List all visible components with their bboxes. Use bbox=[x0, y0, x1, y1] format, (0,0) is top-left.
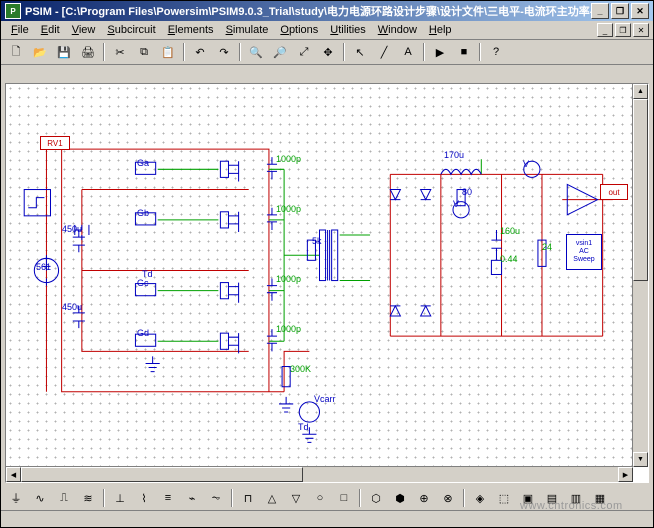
tb-help-icon[interactable]: ? bbox=[485, 41, 507, 63]
tb-open-icon[interactable]: 📂 bbox=[29, 41, 51, 63]
tb2-ind-icon[interactable]: ⌁ bbox=[181, 487, 203, 509]
menu-bar: FFileile Edit View Subcircuit Elements S… bbox=[1, 21, 653, 40]
tb-pan-icon[interactable]: ✥ bbox=[317, 41, 339, 63]
app-icon: P bbox=[5, 3, 21, 19]
tb-undo-icon[interactable]: ↶ bbox=[189, 41, 211, 63]
menu-window[interactable]: Window bbox=[372, 22, 423, 38]
tb-zoomfit-icon[interactable]: ⤢ bbox=[293, 41, 315, 63]
tb2-diode-icon[interactable]: △ bbox=[261, 487, 283, 509]
scroll-up-icon[interactable]: ▲ bbox=[633, 84, 648, 99]
scroll-down-icon[interactable]: ▼ bbox=[633, 452, 648, 467]
port-input[interactable]: RV1 bbox=[40, 136, 70, 150]
tb2-e15-icon[interactable]: ⬡ bbox=[365, 487, 387, 509]
tb-print-icon[interactable]: 🖨 bbox=[77, 41, 99, 63]
schematic-canvas[interactable]: RV1 561 450u 450u Ga Gb Gc Gd Td 1000p 1… bbox=[6, 84, 633, 467]
tb2-e12-icon[interactable]: ▽ bbox=[285, 487, 307, 509]
window-title: PSIM - [C:\Program Files\Powersim\PSIM9.… bbox=[25, 3, 591, 19]
tb2-e5-icon[interactable]: ⊥ bbox=[109, 487, 131, 509]
scroll-thumb-h[interactable] bbox=[21, 467, 303, 482]
menu-elements[interactable]: Elements bbox=[162, 22, 220, 38]
menu-view[interactable]: View bbox=[66, 22, 102, 38]
tb-zoomin-icon[interactable]: 🔍 bbox=[245, 41, 267, 63]
tb2-sine-icon[interactable]: ∿ bbox=[29, 487, 51, 509]
app-window: P PSIM - [C:\Program Files\Powersim\PSIM… bbox=[0, 0, 654, 528]
tb2-e19-icon[interactable]: ◈ bbox=[469, 487, 491, 509]
tb-new-icon[interactable]: 🗋 bbox=[5, 41, 27, 63]
tb-redo-icon[interactable]: ↷ bbox=[213, 41, 235, 63]
tb-label-icon[interactable]: A bbox=[397, 41, 419, 63]
tb2-resistor-icon[interactable]: ⌇ bbox=[133, 487, 155, 509]
port-output[interactable]: out bbox=[600, 184, 628, 200]
tb2-ground-icon[interactable]: ⏚ bbox=[5, 487, 27, 509]
tb2-switch-icon[interactable]: ⊓ bbox=[237, 487, 259, 509]
minimize-button[interactable]: _ bbox=[591, 3, 609, 19]
tb-wire-icon[interactable]: ╱ bbox=[373, 41, 395, 63]
menu-subcircuit[interactable]: Subcircuit bbox=[101, 22, 161, 38]
tb-copy-icon[interactable]: ⧉ bbox=[133, 41, 155, 63]
tb2-pulse-icon[interactable]: ⎍ bbox=[53, 487, 75, 509]
schematic-svg bbox=[6, 84, 633, 467]
canvas-frame: RV1 561 450u 450u Ga Gb Gc Gd Td 1000p 1… bbox=[5, 83, 649, 483]
tb2-e14-icon[interactable]: □ bbox=[333, 487, 355, 509]
tb2-e13-icon[interactable]: ○ bbox=[309, 487, 331, 509]
tb2-e16-icon[interactable]: ⬢ bbox=[389, 487, 411, 509]
scroll-right-icon[interactable]: ▶ bbox=[618, 467, 633, 482]
tb2-e18-icon[interactable]: ⊗ bbox=[437, 487, 459, 509]
toolbar-main: 🗋 📂 💾 🖨 ✂ ⧉ 📋 ↶ ↷ 🔍 🔎 ⤢ ✥ ↖ ╱ A ▶ ■ ? bbox=[1, 40, 653, 65]
menu-help[interactable]: Help bbox=[423, 22, 458, 38]
tb2-e17-icon[interactable]: ⊕ bbox=[413, 487, 435, 509]
tb-paste-icon[interactable]: 📋 bbox=[157, 41, 179, 63]
tb-zoomout-icon[interactable]: 🔎 bbox=[269, 41, 291, 63]
tb2-e9-icon[interactable]: ⏦ bbox=[205, 487, 227, 509]
tb2-wave-icon[interactable]: ≋ bbox=[77, 487, 99, 509]
tb-save-icon[interactable]: 💾 bbox=[53, 41, 75, 63]
menu-edit[interactable]: Edit bbox=[35, 22, 66, 38]
mdi-close-button[interactable]: ✕ bbox=[633, 23, 649, 37]
tb-select-icon[interactable]: ↖ bbox=[349, 41, 371, 63]
close-button[interactable]: ✕ bbox=[631, 3, 649, 19]
maximize-button[interactable]: ❐ bbox=[611, 3, 629, 19]
tb2-e20-icon[interactable]: ⬚ bbox=[493, 487, 515, 509]
mdi-maximize-button[interactable]: ❐ bbox=[615, 23, 631, 37]
menu-file[interactable]: FFileile bbox=[5, 22, 35, 38]
scroll-thumb-v[interactable] bbox=[633, 99, 648, 281]
mdi-minimize-button[interactable]: _ bbox=[597, 23, 613, 37]
ac-sweep-block[interactable]: vsin1 AC Sweep bbox=[566, 234, 602, 270]
scrollbar-horizontal[interactable]: ◀ ▶ bbox=[6, 466, 633, 482]
tb-stop-icon[interactable]: ■ bbox=[453, 41, 475, 63]
scroll-left-icon[interactable]: ◀ bbox=[6, 467, 21, 482]
menu-options[interactable]: Options bbox=[274, 22, 324, 38]
watermark: www.cntronics.com bbox=[520, 500, 646, 520]
title-bar: P PSIM - [C:\Program Files\Powersim\PSIM… bbox=[1, 1, 653, 21]
tb-run-icon[interactable]: ▶ bbox=[429, 41, 451, 63]
menu-simulate[interactable]: Simulate bbox=[220, 22, 275, 38]
tb-cut-icon[interactable]: ✂ bbox=[109, 41, 131, 63]
scrollbar-vertical[interactable]: ▲ ▼ bbox=[632, 84, 648, 467]
tb2-cap-icon[interactable]: ≡ bbox=[157, 487, 179, 509]
menu-utilities[interactable]: Utilities bbox=[324, 22, 371, 38]
